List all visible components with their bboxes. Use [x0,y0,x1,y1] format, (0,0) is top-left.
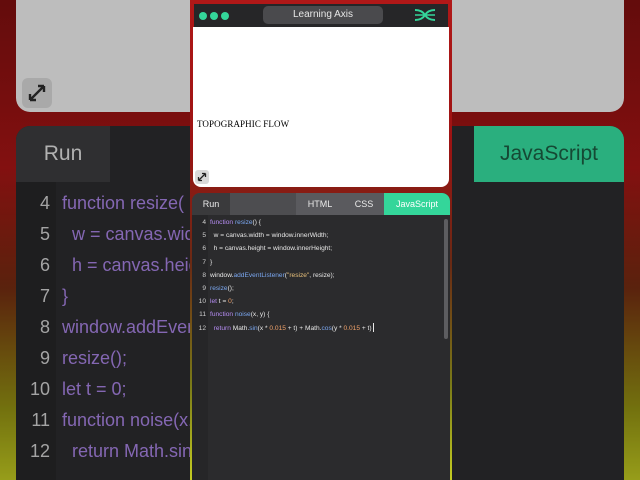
code-text[interactable]: resize(); [210,285,234,292]
code-line[interactable]: 9 resize(); [192,282,442,295]
code-editor[interactable]: Run HTML CSS JavaScript 4 function resize… [192,193,450,480]
line-number: 10 [198,298,206,306]
code-line[interactable]: 12 return Math.sin(x * 0.015 + t) + Math… [192,322,442,335]
title-bar: Learning Axis [194,4,448,27]
code-line[interactable]: 8 window.addEventListener("resize", resiz… [192,269,442,282]
window-dot-icon [199,12,207,20]
window-dot-icon [210,12,218,20]
tab-html[interactable]: HTML [296,193,344,215]
code-text[interactable]: return Math.sin(x * 0.015 + t) + Math.co… [210,325,372,332]
canvas-heading: TOPOGRAPHIC FLOW [197,119,290,129]
app-frame: Learning Axis TOPOGRAPHIC FLOW Run HTML … [190,0,452,480]
tab-javascript[interactable]: JavaScript [384,193,450,215]
code-line[interactable]: 5 w = canvas.width = window.innerWidth; [192,229,442,242]
editor-scrollbar[interactable] [444,219,448,339]
code-text[interactable]: } [210,259,212,266]
line-number: 11 [199,311,206,319]
run-button[interactable]: Run [192,193,230,215]
line-number: 4 [202,219,206,226]
editor-tabbar: Run HTML CSS JavaScript [192,193,450,215]
code-text[interactable]: w = canvas.width = window.innerWidth; [210,232,329,239]
line-number: 12 [198,324,206,332]
code-line[interactable]: 10 let t = 0; [192,295,442,308]
preview-canvas[interactable]: TOPOGRAPHIC FLOW [193,27,449,187]
code-line[interactable]: 4 function resize() { [192,216,442,229]
text-cursor [372,323,374,333]
line-number: 9 [202,285,206,292]
tab-css[interactable]: CSS [344,193,384,215]
code-text[interactable]: function resize() { [210,219,261,226]
line-number: 7 [202,258,206,266]
code-text[interactable]: let t = 0; [210,298,234,305]
line-number: 5 [202,232,206,240]
code-line[interactable]: 6 h = canvas.height = window.innerHeight… [192,242,442,255]
expand-preview-button[interactable] [195,170,209,184]
code-text[interactable]: window.addEventListener("resize", resize… [210,272,335,279]
code-line[interactable]: 7} [192,256,442,269]
learning-axis-logo-icon [414,8,436,27]
code-text[interactable]: function noise(x, y) { [210,311,269,318]
line-number: 6 [202,245,206,253]
window-dot-icon [221,12,229,20]
app-title: Learning Axis [263,6,383,24]
expand-icon [197,172,207,182]
code-text[interactable]: h = canvas.height = window.innerHeight; [210,245,332,252]
code-line[interactable]: 11 function noise(x, y) { [192,308,442,321]
line-number: 8 [202,271,206,279]
